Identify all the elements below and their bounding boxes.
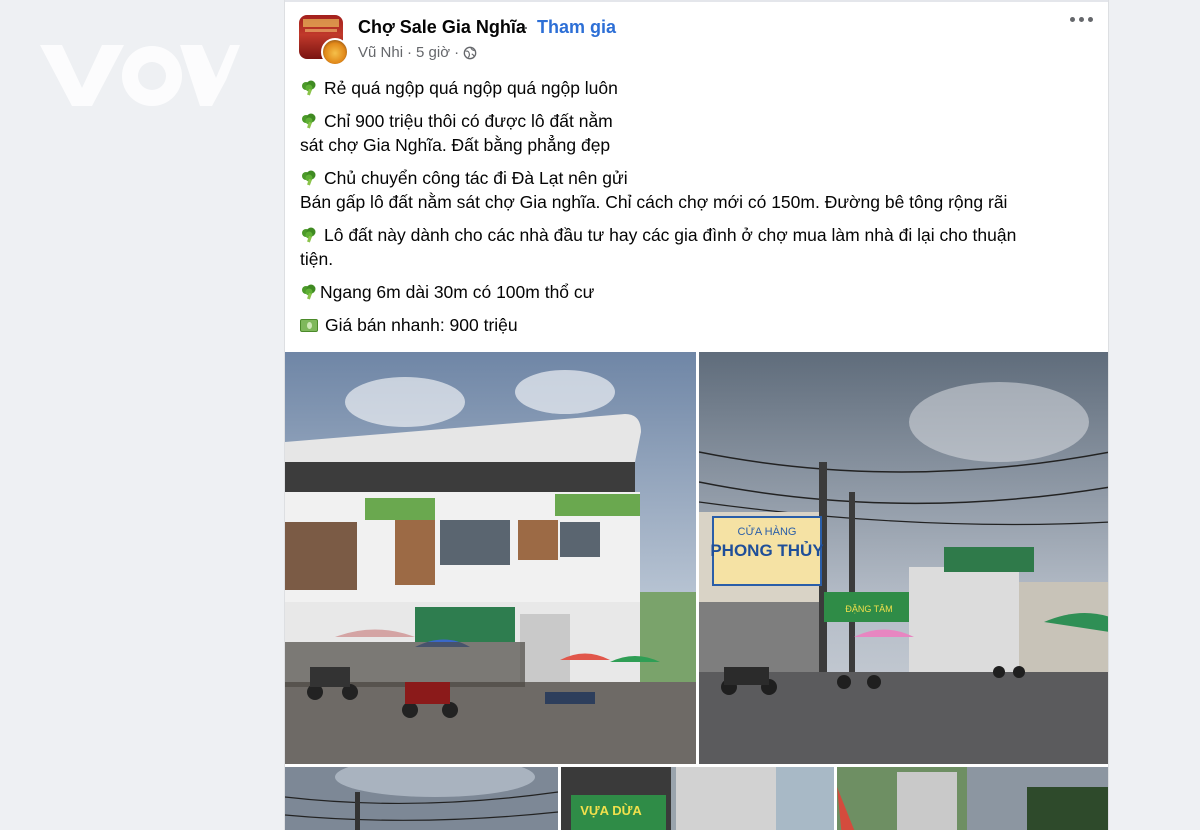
group-name-link[interactable]: Chợ Sale Gia Nghĩa (358, 17, 526, 38)
post-photo[interactable]: CỬA HÀNG PHONG THỦY ĐẶNG TÂM (699, 352, 1108, 764)
shop-sign-line1: CỬA HÀNG (738, 525, 797, 538)
money-icon (300, 319, 318, 332)
more-options-icon[interactable] (1070, 14, 1094, 24)
post-paragraph: Chỉ 900 triệu thôi có được lô đất nằm sá… (300, 109, 1090, 157)
street-wires-photo (285, 767, 558, 830)
post-paragraph: Lô đất này dành cho các nhà đầu tư hay c… (300, 223, 1090, 271)
coconut-shop-photo: VỰA DỪA (561, 767, 834, 830)
paragraph-line: Ngang 6m dài 30m có 100m thổ cư (320, 282, 595, 302)
post-photo[interactable] (285, 352, 696, 764)
post-paragraph: Chủ chuyển công tác đi Đà Lạt nên gửi Bá… (300, 166, 1090, 214)
shop-sign-2: ĐẶNG TÂM (845, 604, 892, 614)
divider (285, 0, 1108, 2)
paragraph-line: sát chợ Gia Nghĩa. Đất bằng phẳng đẹp (300, 135, 611, 155)
meta-separator-2: · (454, 44, 460, 61)
post-text: Rẻ quá ngộp quá ngộp quá ngộp luôn Chỉ 9… (300, 76, 1090, 346)
street-photo: CỬA HÀNG PHONG THỦY ĐẶNG TÂM (699, 352, 1108, 764)
separator-dot: · (523, 17, 529, 37)
paragraph-line: Chỉ 900 triệu thôi có được lô đất nằm (324, 111, 613, 131)
broccoli-icon (302, 113, 316, 129)
post-paragraph: Giá bán nhanh: 900 triệu (300, 313, 1090, 337)
paragraph-line: Chủ chuyển công tác đi Đà Lạt nên gửi (324, 168, 628, 188)
facebook-post-card: Chợ Sale Gia Nghĩa · Tham gia Vũ Nhi · 5… (284, 0, 1109, 830)
vov-watermark-logo (40, 45, 240, 106)
post-photo[interactable]: VỰA DỪA (561, 767, 834, 830)
paragraph-line: Lô đất này dành cho các nhà đầu tư hay c… (324, 225, 1017, 245)
author-name-link[interactable]: Vũ Nhi (358, 44, 403, 61)
market-building-photo (285, 352, 696, 764)
post-header: Chợ Sale Gia Nghĩa · Tham gia Vũ Nhi · 5… (299, 14, 1094, 66)
join-group-link[interactable]: Tham gia (537, 17, 616, 38)
broccoli-icon (302, 284, 316, 300)
post-photo[interactable] (837, 767, 1108, 830)
post-photo[interactable] (285, 767, 558, 830)
paragraph-line: Bán gấp lô đất nằm sát chợ Gia nghĩa. Ch… (300, 192, 1008, 212)
residential-street-photo (837, 767, 1108, 830)
post-paragraph: Rẻ quá ngộp quá ngộp quá ngộp luôn (300, 76, 1090, 100)
paragraph-line: tiện. (300, 249, 334, 269)
broccoli-icon (302, 170, 316, 186)
post-paragraph: Ngang 6m dài 30m có 100m thổ cư (300, 280, 1090, 304)
broccoli-icon (302, 80, 316, 96)
meta-separator: · (407, 44, 413, 61)
coconut-sign: VỰA DỪA (580, 803, 642, 818)
globe-icon (463, 46, 477, 59)
broccoli-icon (302, 227, 316, 243)
post-meta: Vũ Nhi · 5 giờ · (358, 44, 477, 61)
paragraph-line: Rẻ quá ngộp quá ngộp quá ngộp luôn (324, 78, 618, 98)
author-avatar[interactable] (321, 38, 349, 66)
shop-sign-line2: PHONG THỦY (710, 541, 824, 560)
post-time-link[interactable]: 5 giờ (416, 44, 450, 61)
paragraph-line: Giá bán nhanh: 900 triệu (325, 315, 518, 335)
